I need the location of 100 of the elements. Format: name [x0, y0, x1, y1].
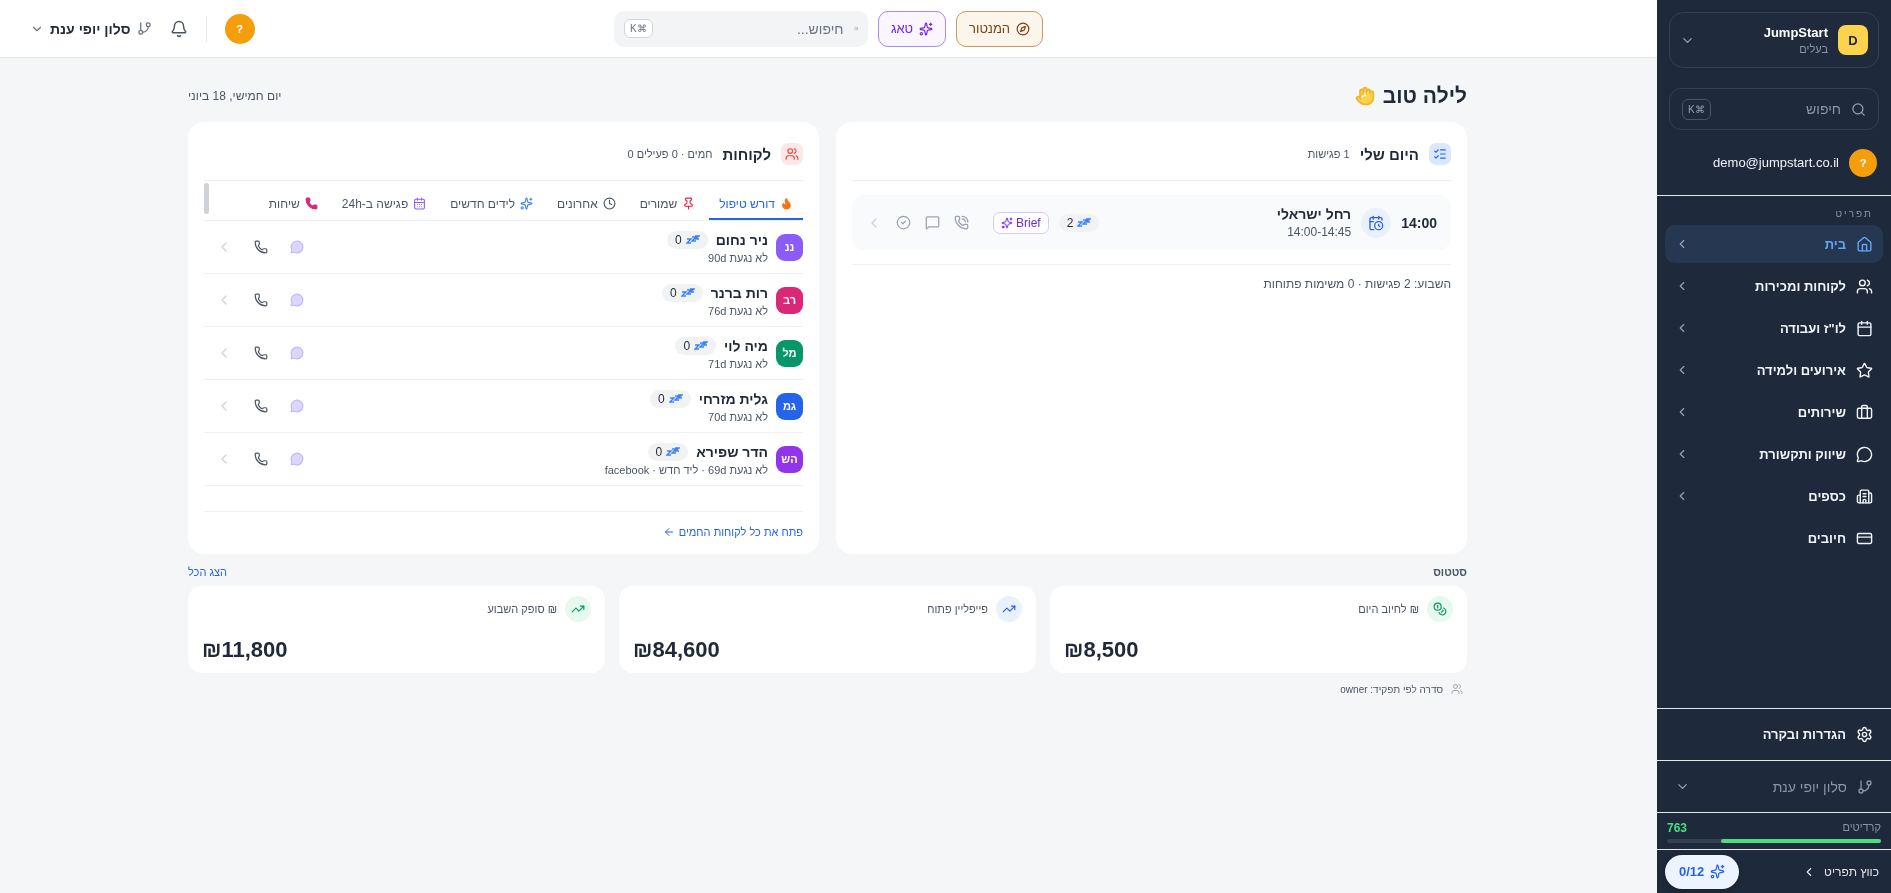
client-initials: מל: [776, 339, 803, 367]
sleep-icon: [680, 287, 695, 298]
sleep-badge: 2: [1058, 213, 1100, 232]
sleep-badge: 0: [675, 336, 717, 355]
nav-item[interactable]: שיווק ותקשורת: [1665, 435, 1883, 473]
checklist-icon: [1429, 143, 1451, 165]
filter-tab[interactable]: שיחות: [258, 189, 328, 220]
client-initials: ננ: [776, 233, 803, 261]
trend-up-icon: [565, 596, 591, 622]
users-icon: [781, 143, 803, 165]
meeting-count: 1 פגישות: [1307, 148, 1350, 160]
filter-tab[interactable]: לידים חדשים: [440, 189, 543, 220]
filter-tab[interactable]: אחרונים: [547, 189, 626, 220]
star-icon: [1856, 361, 1873, 379]
nav-item[interactable]: אירועים ולמידה: [1665, 351, 1883, 389]
client-meta: לא נגעת 90d: [707, 251, 768, 264]
call-button[interactable]: [254, 452, 268, 466]
compass-icon: [1016, 21, 1031, 36]
message-button[interactable]: [925, 215, 940, 230]
meeting-range: 14:00-14:45: [1286, 225, 1352, 239]
flame-icon: [780, 197, 793, 210]
scrollbar-thumb[interactable]: [204, 183, 209, 214]
card-title: היום שלי: [1359, 145, 1419, 163]
ai-counter-button[interactable]: 0/12: [1665, 854, 1740, 889]
nav-item[interactable]: חיובים: [1665, 519, 1883, 557]
nav-item[interactable]: בית: [1665, 225, 1883, 263]
nav-item[interactable]: שירותים: [1665, 393, 1883, 431]
call-button[interactable]: [254, 293, 268, 307]
mentor-button[interactable]: המנטור: [956, 10, 1044, 47]
stat-value: ₪8,500: [1064, 637, 1139, 663]
branch-switcher[interactable]: סלון יופי ענת: [30, 20, 152, 37]
chat-button[interactable]: [290, 399, 304, 413]
client-name: רחל ישראלי: [1276, 206, 1352, 222]
credits-label: קרדיטים: [1842, 821, 1881, 835]
home-icon: [1856, 235, 1873, 253]
shortcut-key: ⌘K: [1682, 98, 1711, 120]
call-button[interactable]: [254, 399, 268, 413]
stat-label: ₪ לחיוב היום: [1358, 603, 1419, 615]
call-button[interactable]: [254, 240, 268, 254]
sleep-badge: 0: [661, 283, 703, 302]
ai-tag-button[interactable]: טאג: [877, 10, 947, 47]
sleep-icon: [668, 393, 683, 404]
meeting-time: 14:00: [1401, 214, 1437, 231]
chat-icon: [1856, 445, 1873, 463]
coins-icon: [1427, 596, 1453, 622]
sleep-badge: 0: [647, 442, 689, 461]
sparkle-icon: [919, 21, 934, 36]
call-button[interactable]: [254, 346, 268, 360]
waving-hand-icon: [1354, 86, 1375, 106]
search-input[interactable]: חיפוש...: [660, 19, 846, 38]
settings-item[interactable]: הגדרות ובקרה: [1657, 708, 1891, 760]
arrow-left-icon: [662, 526, 675, 538]
organization-avatar: D: [1838, 25, 1868, 55]
client-initials: הש: [776, 445, 803, 473]
search-icon: [1851, 101, 1866, 117]
organization-name: JumpStart: [1763, 25, 1828, 40]
role-order-note: סדרה לפי תפקיד: owner: [1340, 683, 1443, 695]
nav-item[interactable]: כספים: [1665, 477, 1883, 515]
search-input[interactable]: חיפוש: [1718, 100, 1843, 118]
section-title: סטטוס: [1433, 566, 1467, 578]
client-meta: לא נגעת 71d: [707, 357, 768, 370]
sleep-icon: [685, 234, 700, 245]
collapse-menu-button[interactable]: כווץ תפריט: [1790, 851, 1891, 892]
client-meta: לא נגעת 70d: [707, 410, 768, 423]
client-name: ניר נחום: [715, 231, 768, 248]
nav-item[interactable]: לקוחות ומכירות: [1665, 267, 1883, 305]
filter-tab[interactable]: דורש טיפול: [709, 189, 803, 220]
chat-button[interactable]: [290, 346, 304, 360]
branch-switcher[interactable]: סלון יופי ענת: [1657, 760, 1891, 812]
calendar-icon: [413, 197, 427, 210]
sleep-icon: [694, 340, 709, 351]
sleep-badge: 0: [650, 389, 691, 408]
chat-button[interactable]: [290, 293, 304, 307]
chat-button[interactable]: [290, 452, 304, 466]
client-initials: גמ: [776, 392, 803, 420]
users-icon: [1856, 277, 1873, 295]
sparkle-icon: [1710, 864, 1726, 879]
filter-tab[interactable]: שמורים: [629, 189, 706, 220]
show-all-link[interactable]: הצג הכל: [188, 566, 228, 578]
complete-button[interactable]: [896, 215, 911, 230]
brief-button[interactable]: Brief: [993, 211, 1049, 234]
client-name: גלית מזרחי: [698, 390, 768, 407]
chat-button[interactable]: [290, 240, 304, 254]
user-email: demo@jumpstart.co.il: [1713, 155, 1839, 170]
calendar-icon: [1856, 319, 1873, 337]
nav-item[interactable]: לו"ז ועבודה: [1665, 309, 1883, 347]
filter-tab[interactable]: פגישה ב-24h: [331, 189, 437, 220]
phone-icon: [304, 197, 318, 210]
sleep-icon: [1077, 217, 1092, 228]
customers-summary: חמים · 0 פעילים 0: [627, 148, 713, 160]
credits-value: 763: [1667, 821, 1688, 835]
open-hot-customers-link[interactable]: פתח את כל לקוחות החמים: [662, 526, 803, 538]
sparkle-icon: [520, 197, 533, 210]
users-icon: [1451, 683, 1463, 695]
clock-icon: [602, 197, 616, 210]
branch-icon: [1857, 778, 1873, 795]
notifications-button[interactable]: [169, 19, 188, 38]
calendar-clock-icon: [1361, 207, 1392, 238]
building-icon: [1856, 487, 1873, 505]
sleep-icon: [666, 446, 681, 457]
